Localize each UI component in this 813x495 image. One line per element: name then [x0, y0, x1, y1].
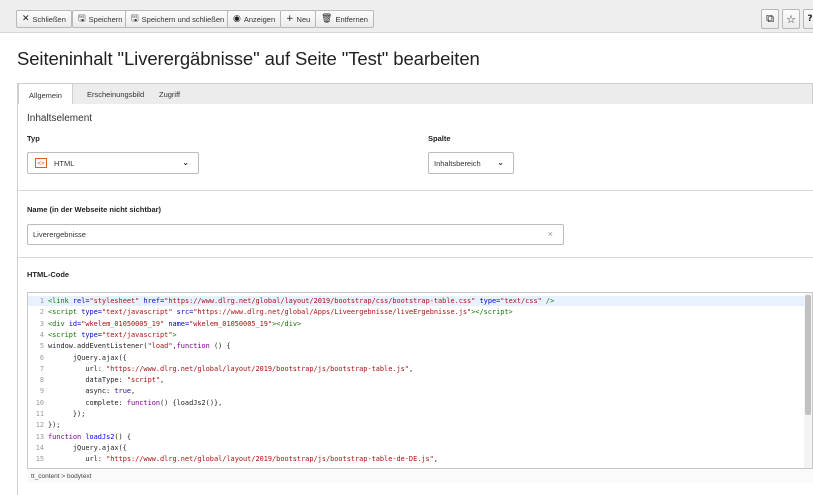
code-line[interactable]: 1 <link rel="stylesheet" href="https://ww… [28, 296, 804, 306]
code-text: async: true, [48, 387, 136, 396]
type-select[interactable]: <> HTML ⌄ [27, 152, 199, 174]
code-line[interactable]: 10 complete: function() {loadJs2()}, [28, 398, 804, 408]
tab-erscheinungsbild[interactable]: Erscheinungsbild [77, 84, 154, 105]
help-button[interactable]: ? [803, 9, 813, 29]
line-number: 9 [39, 387, 44, 396]
docheader-toolbar: ✕ Schließen 🖫 Speichern 🖫 Speichern und … [0, 0, 813, 33]
divider [18, 190, 813, 191]
divider [18, 257, 813, 258]
code-text: dataType: "script", [48, 376, 165, 385]
code-line[interactable]: 2 <script type="text/javascript" src="htt… [28, 307, 804, 317]
line-number: 14 [35, 443, 44, 452]
code-text: jQuery.ajax({ [48, 443, 127, 452]
delete-button[interactable]: 🗑 Entfernen [315, 10, 374, 28]
save-close-button[interactable]: 🖫 Speichern und schließen [125, 10, 231, 28]
chevron-down-icon: ⌄ [182, 158, 189, 167]
close-button[interactable]: ✕ Schließen [16, 10, 72, 28]
code-line[interactable]: 14 jQuery.ajax({ [28, 443, 804, 453]
code-text: url: "https://www.dlrg.net/global/layout… [48, 364, 414, 373]
line-number: 8 [39, 376, 44, 385]
name-field-label: Name (in der Webseite nicht sichtbar) [27, 205, 162, 214]
tab-zugriff[interactable]: Zugriff [149, 84, 190, 105]
column-select[interactable]: Inhaltsbereich ⌄ [428, 152, 514, 174]
save-icon: 🖫 [78, 13, 86, 24]
line-number: 11 [35, 410, 44, 418]
line-number: 7 [39, 364, 44, 373]
tab-bar: Allgemein Erscheinungsbild Zugriff [17, 83, 813, 106]
editor-scrollbar-thumb[interactable] [805, 295, 811, 415]
trash-icon: 🗑 [321, 13, 333, 24]
open-new-window-icon: ⧉ [766, 12, 774, 25]
line-number: 2 [39, 308, 44, 317]
code-text: <script type="text/javascript" src="http… [48, 308, 513, 317]
code-line[interactable]: 15 url: "https://www.dlrg.net/global/lay… [28, 454, 804, 464]
line-number: 4 [39, 330, 44, 339]
save-close-icon: 🖫 [131, 13, 139, 24]
code-text: jQuery.ajax({ [48, 353, 127, 362]
code-line[interactable]: 13 function loadJs2() { [28, 432, 804, 442]
line-number: 5 [39, 342, 44, 351]
name-input-value: Liverergebnisse [33, 230, 86, 239]
line-number: 3 [39, 319, 44, 328]
field-path: tt_content > bodytext [27, 469, 813, 483]
code-line[interactable]: 3 <div id="wkelem_01050005_19" name="wkel… [28, 319, 804, 329]
line-number: 1 [39, 297, 44, 305]
code-line[interactable]: 4 <script type="text/javascript"> [28, 330, 804, 340]
code-line[interactable]: 9 async: true, [28, 386, 804, 396]
section-title-content-element: Inhaltselement [27, 113, 93, 124]
code-line[interactable]: 7 url: "https://www.dlrg.net/global/layo… [28, 364, 804, 374]
close-icon: ✕ [22, 13, 30, 24]
html-type-icon: <> [35, 158, 47, 168]
code-text: }); [48, 410, 86, 418]
open-new-window-button[interactable]: ⧉ [761, 9, 779, 29]
view-button[interactable]: ◉ Anzeigen [227, 10, 282, 28]
help-icon: ? [807, 14, 813, 24]
code-text: function loadJs2() { [48, 432, 132, 441]
page-title: Seiteninhalt "Liverergäbnisse" auf Seite… [17, 48, 480, 69]
code-line[interactable]: 5 window.addEventListener("load",function… [28, 341, 804, 351]
save-button[interactable]: 🖫 Speichern [72, 10, 129, 28]
code-text: url: "https://www.dlrg.net/global/layout… [48, 455, 438, 464]
tab-panel-allgemein: Inhaltselement Typ <> HTML ⌄ Spalte Inha… [17, 104, 813, 495]
code-text: <div id="wkelem_01050005_19" name="wkele… [48, 319, 302, 328]
new-button[interactable]: + Neu [280, 10, 317, 28]
code-text: <link rel="stylesheet" href="https://www… [48, 297, 555, 305]
star-icon: ☆ [786, 12, 796, 26]
code-line[interactable]: 8 dataType: "script", [28, 375, 804, 385]
line-number: 10 [35, 398, 44, 407]
code-line[interactable]: 11 }); [28, 409, 804, 419]
eye-icon: ◉ [233, 13, 241, 24]
clear-icon[interactable]: × [548, 229, 553, 239]
line-number: 13 [35, 432, 44, 441]
column-label: Spalte [428, 134, 451, 143]
code-text: complete: function() {loadJs2()}, [48, 398, 223, 407]
type-select-value: HTML [54, 158, 75, 168]
tab-allgemein[interactable]: Allgemein [18, 84, 73, 106]
type-label: Typ [27, 134, 40, 143]
plus-icon: + [286, 13, 294, 24]
chevron-down-icon: ⌄ [497, 158, 504, 167]
name-input[interactable]: Liverergebnisse × [27, 224, 564, 245]
html-code-editor[interactable]: 1 <link rel="stylesheet" href="https://ww… [27, 292, 813, 469]
code-text: }); [48, 421, 61, 430]
editor-scrollbar[interactable] [804, 293, 812, 468]
code-text: <script type="text/javascript"> [48, 330, 177, 339]
code-text: window.addEventListener("load",function … [48, 342, 231, 351]
line-number: 6 [39, 353, 44, 362]
code-line[interactable]: 6 jQuery.ajax({ [28, 353, 804, 363]
line-number: 15 [35, 455, 44, 464]
bookmark-button[interactable]: ☆ [782, 9, 800, 29]
html-code-label: HTML-Code [27, 270, 70, 279]
line-number: 12 [35, 421, 44, 430]
code-line[interactable]: 12}); [28, 420, 804, 430]
column-select-value: Inhaltsbereich [434, 158, 481, 168]
